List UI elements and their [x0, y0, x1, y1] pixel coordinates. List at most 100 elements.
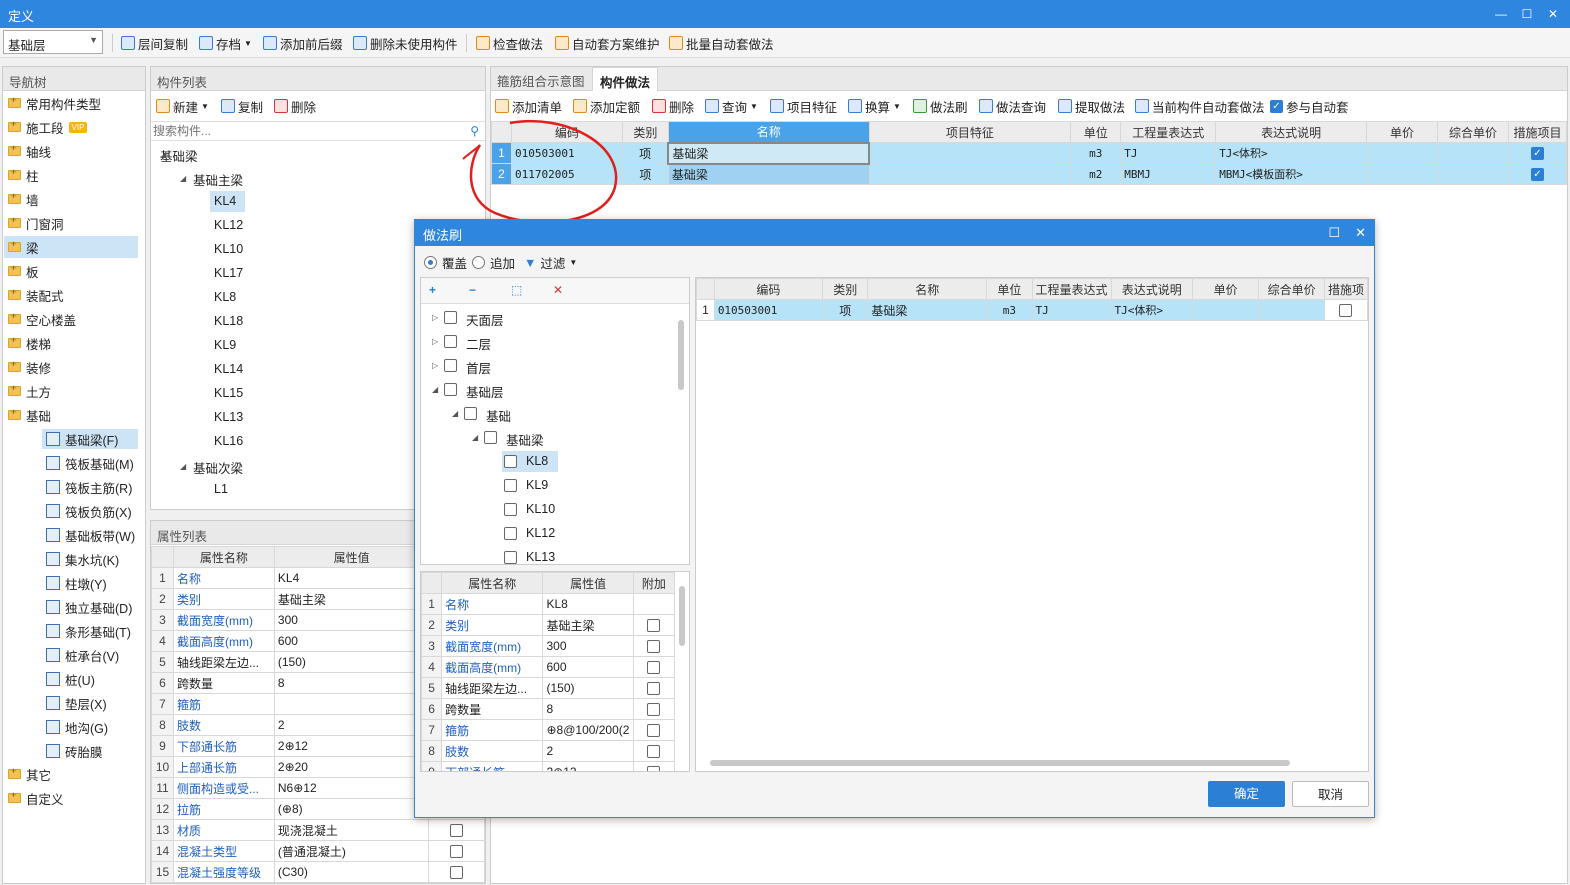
dialog-tree-item[interactable]: KL12: [526, 526, 555, 540]
name-cell[interactable]: 基础梁: [667, 163, 870, 185]
method-tool-2[interactable]: 删除: [652, 97, 694, 115]
batch-auto-button[interactable]: 批量自动套做法: [669, 34, 774, 52]
measure-cell[interactable]: [1323, 299, 1369, 321]
dprops-row[interactable]: 3 截面宽度(mm) 300: [421, 635, 676, 657]
method-tool-6[interactable]: 做法刷: [913, 97, 968, 115]
prop-value[interactable]: 300: [542, 635, 634, 657]
component-item[interactable]: KL13: [214, 410, 243, 424]
dialog-maximize-icon[interactable]: ☐: [1328, 225, 1340, 241]
total-price-cell[interactable]: [1258, 299, 1325, 321]
checkbox[interactable]: [450, 845, 464, 859]
nav-item-1[interactable]: 施工段 VIP: [8, 117, 88, 137]
expand-toggle-icon[interactable]: ◢: [472, 433, 482, 442]
tree-checkbox[interactable]: [504, 455, 517, 468]
tree-checkbox[interactable]: [484, 431, 497, 444]
prop-value[interactable]: 基础主梁: [542, 614, 634, 636]
delete-unused-button[interactable]: 删除未使用构件: [353, 34, 458, 52]
dialog-tree-item[interactable]: KL10: [526, 502, 555, 516]
prop-value[interactable]: KL8: [542, 593, 634, 615]
component-item[interactable]: KL12: [214, 218, 243, 232]
dprops-row[interactable]: 6 跨数量 8: [421, 698, 676, 720]
method-h-scrollbar[interactable]: [710, 760, 1290, 766]
type-cell[interactable]: 项: [822, 299, 869, 321]
prop-value[interactable]: 8: [542, 698, 634, 720]
tree-main-group[interactable]: 基础主梁: [193, 170, 243, 189]
dialog-tree-item[interactable]: 基础梁: [506, 430, 544, 449]
prop-value[interactable]: (普通混凝土): [273, 840, 430, 862]
tree-checkbox[interactable]: [504, 479, 517, 492]
nav-sub-item-4[interactable]: 基础板带(W): [46, 525, 135, 545]
method-tool-10[interactable]: ✓ 参与自动套: [1270, 97, 1349, 115]
tree-checkbox[interactable]: [504, 503, 517, 516]
measure-cell[interactable]: ✓: [1507, 163, 1568, 185]
method-row[interactable]: 2 011702005 项基础梁 m2 MBMJ MBMJ<模板面积> ✓: [491, 163, 1568, 185]
component-item[interactable]: L1: [214, 482, 228, 496]
dialog-tree-item[interactable]: KL8: [526, 454, 548, 468]
prop-value[interactable]: (⊕8): [273, 798, 430, 820]
nav-sub-item-2[interactable]: 筏板主筋(R): [46, 477, 132, 497]
check-method-button[interactable]: 检查做法: [476, 34, 543, 52]
method-tool-9[interactable]: 当前构件自动套做法: [1135, 97, 1265, 115]
nav-item-5[interactable]: 门窗洞: [8, 213, 64, 233]
price-cell[interactable]: [1191, 299, 1260, 321]
props-row[interactable]: 15 混凝土强度等级 (C30): [151, 861, 485, 883]
nav-item-7[interactable]: 板: [8, 261, 39, 281]
price-cell[interactable]: [1366, 163, 1438, 185]
tree-checkbox[interactable]: [464, 407, 477, 420]
checkbox[interactable]: [450, 824, 464, 838]
props-row[interactable]: 13 材质 现浇混凝土: [151, 819, 485, 841]
tree-scrollbar[interactable]: [678, 320, 684, 390]
dprops-row[interactable]: 5 轴线距梁左边... (150): [421, 677, 676, 699]
expand-toggle-icon[interactable]: ▷: [432, 313, 442, 322]
nav-sub-item-5[interactable]: 集水坑(K): [46, 549, 119, 569]
method-tool-0[interactable]: 添加清单: [495, 97, 562, 115]
tree-checkbox[interactable]: [444, 335, 457, 348]
prop-value[interactable]: (150): [273, 651, 430, 673]
method-tool-3[interactable]: 查询 ▼: [705, 97, 758, 115]
method-tool-8[interactable]: 提取做法: [1058, 97, 1125, 115]
feature-cell[interactable]: [868, 163, 1072, 185]
nav-item-3[interactable]: 柱: [8, 165, 39, 185]
prop-value[interactable]: 600: [542, 656, 634, 678]
dprops-row[interactable]: 9下部通长筋2⊕12: [421, 761, 676, 771]
delete-component-button[interactable]: 删除: [274, 97, 316, 115]
nav-item-0[interactable]: 常用构件类型: [8, 93, 101, 113]
prop-value[interactable]: 2: [542, 740, 634, 762]
expanded-icon[interactable]: ◢: [180, 174, 190, 183]
prop-value[interactable]: 8: [273, 672, 430, 694]
nav-sub-item-3[interactable]: 筏板负筋(X): [46, 501, 132, 521]
nav-sub-item-7[interactable]: 独立基础(D): [46, 597, 132, 617]
nav-sub-item-6[interactable]: 柱墩(Y): [46, 573, 107, 593]
component-item[interactable]: KL8: [214, 290, 236, 304]
expand-toggle-icon[interactable]: ◢: [432, 385, 442, 394]
dprops-row[interactable]: 4 截面高度(mm) 600: [421, 656, 676, 678]
expr-cell[interactable]: MBMJ: [1120, 163, 1217, 185]
checkbox[interactable]: [647, 766, 661, 771]
collapse-all-icon[interactable]: −: [469, 283, 476, 297]
nav-item-13[interactable]: 基础: [8, 405, 51, 425]
checkbox[interactable]: [647, 619, 661, 633]
code-cell[interactable]: 010503001: [713, 299, 824, 321]
nav-tail-item-1[interactable]: 自定义: [8, 788, 64, 808]
nav-sub-item-8[interactable]: 条形基础(T): [46, 621, 131, 641]
copy-floor-button[interactable]: 层间复制: [121, 34, 188, 52]
nav-item-10[interactable]: 楼梯: [8, 333, 51, 353]
measure-cell[interactable]: ✓: [1507, 142, 1568, 164]
dprops-row[interactable]: 7 箍筋 ⊕8@100/200(2: [421, 719, 676, 741]
dialog-tree-item[interactable]: 首层: [466, 358, 491, 377]
nav-sub-item-9[interactable]: 桩承台(V): [46, 645, 119, 665]
select-all-icon[interactable]: ⬚: [511, 283, 522, 297]
component-item[interactable]: KL10: [214, 242, 243, 256]
prop-value[interactable]: 600: [273, 630, 430, 652]
method-row[interactable]: 1 010503001 项基础梁 m3 TJ TJ<体积> ✓: [491, 141, 1568, 165]
nav-sub-item-11[interactable]: 垫层(X): [46, 693, 107, 713]
expanded-icon[interactable]: ◢: [160, 150, 170, 159]
expand-toggle-icon[interactable]: ▷: [432, 361, 442, 370]
add-prefix-button[interactable]: 添加前后缀: [263, 34, 343, 52]
nav-sub-item-1[interactable]: 筏板基础(M): [46, 453, 134, 473]
nav-item-4[interactable]: 墙: [8, 189, 39, 209]
props-scrollbar[interactable]: [679, 586, 685, 646]
new-component-button[interactable]: 新建 ▼: [156, 97, 209, 115]
checkbox-checked-icon[interactable]: ✓: [1530, 147, 1544, 161]
checkbox[interactable]: [1339, 304, 1353, 318]
